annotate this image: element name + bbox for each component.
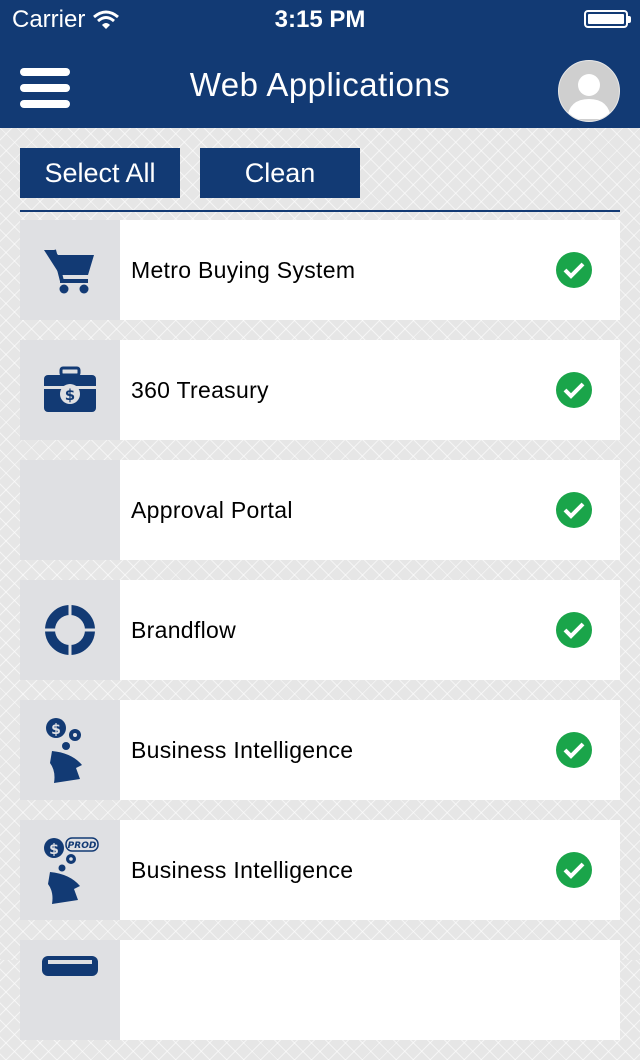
- app-icon-box: $: [20, 340, 120, 440]
- app-icon-box: $ PROD: [20, 820, 120, 920]
- partial-app-icon: [42, 956, 98, 976]
- battery-icon: [584, 10, 631, 28]
- app-icon-box-empty: [20, 460, 120, 560]
- app-name: 360 Treasury: [131, 377, 269, 403]
- prod-tag: PROD: [68, 841, 97, 851]
- check-icon[interactable]: [556, 612, 592, 648]
- app-icon-box: $: [20, 700, 120, 800]
- person-silhouette-icon: [567, 74, 611, 119]
- app-list: Metro Buying System $ 360 Treasury Appro…: [20, 220, 620, 1060]
- app-icon-box: [20, 940, 120, 1040]
- briefcase-dollar-icon: $: [44, 366, 96, 412]
- clock: 3:15 PM: [274, 6, 366, 33]
- business-intelligence-icon: $: [46, 718, 82, 783]
- check-icon[interactable]: [556, 732, 592, 768]
- app-icon-box: [20, 580, 120, 680]
- app-row-metro-buying-system[interactable]: Metro Buying System: [20, 220, 620, 320]
- app-row-business-intelligence[interactable]: $ Business Intelligence: [20, 700, 620, 800]
- app-row-approval-portal[interactable]: Approval Portal: [20, 460, 620, 560]
- check-icon[interactable]: [556, 852, 592, 888]
- app-name: Business Intelligence: [131, 737, 354, 763]
- user-avatar-icon[interactable]: [558, 60, 620, 122]
- select-all-button[interactable]: Select All: [20, 148, 180, 198]
- check-icon[interactable]: [556, 252, 592, 288]
- app-row-brandflow[interactable]: Brandflow: [20, 580, 620, 680]
- app-name: Business Intelligence: [131, 857, 354, 883]
- selection-toolbar: Select All Clean: [20, 148, 620, 212]
- check-icon[interactable]: [556, 372, 592, 408]
- app-row-360-treasury[interactable]: $ 360 Treasury: [20, 340, 620, 440]
- status-bar: Carrier 3:15 PM: [0, 0, 640, 40]
- app-icon-box: [20, 220, 120, 320]
- app-row-business-intelligence-prod[interactable]: $ PROD Business Intelligence: [20, 820, 620, 920]
- shopping-cart-icon: [44, 249, 94, 294]
- cycle-arrows-icon: [44, 604, 96, 656]
- svg-text:$: $: [65, 386, 75, 404]
- app-name: Approval Portal: [131, 497, 293, 523]
- svg-text:$: $: [51, 722, 61, 738]
- page-title: Web Applications: [189, 66, 451, 103]
- nav-bar: Web Applications: [0, 40, 640, 128]
- app-row-partial[interactable]: [20, 940, 620, 1040]
- app-name: Metro Buying System: [131, 257, 356, 283]
- app-name: Brandflow: [131, 617, 236, 643]
- svg-text:$: $: [49, 842, 59, 858]
- check-icon[interactable]: [556, 492, 592, 528]
- business-intelligence-prod-icon: $ PROD: [44, 837, 99, 904]
- clean-button[interactable]: Clean: [200, 148, 360, 198]
